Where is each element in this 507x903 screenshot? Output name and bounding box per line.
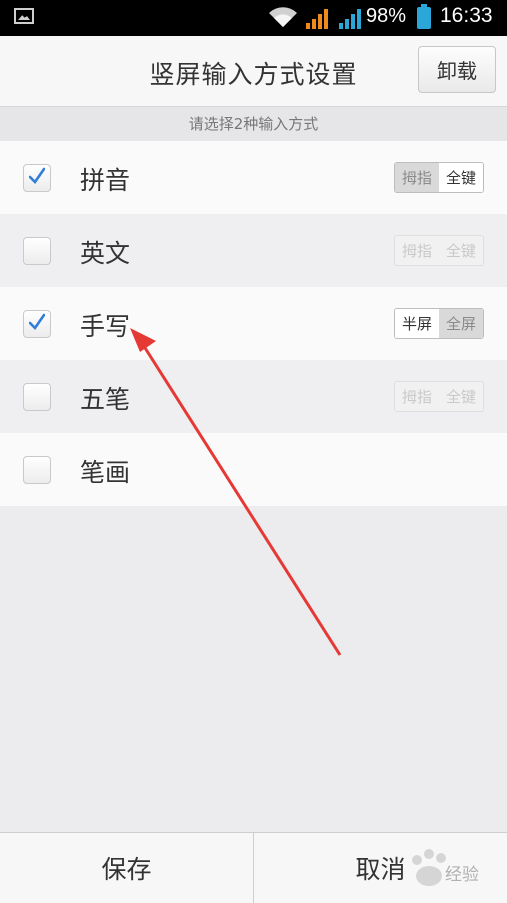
english-checkbox[interactable]	[23, 237, 51, 265]
pinyin-mode-toggle[interactable]: 拇指 全键	[394, 162, 484, 193]
method-label: 拼音	[80, 166, 131, 195]
handwriting-mode-toggle[interactable]: 半屏 全屏	[394, 308, 484, 339]
option-full-keyboard: 全键	[439, 382, 483, 411]
wubi-checkbox[interactable]	[23, 383, 51, 411]
battery-icon	[417, 4, 431, 29]
uninstall-button[interactable]: 卸载	[418, 46, 496, 93]
option-half-screen[interactable]: 半屏	[395, 309, 439, 338]
method-label: 英文	[80, 239, 131, 268]
method-label: 五笔	[80, 385, 131, 414]
method-row-pinyin[interactable]: 拼音 拇指 全键	[0, 141, 507, 214]
option-full-screen[interactable]: 全屏	[439, 309, 483, 338]
image-icon	[14, 8, 34, 24]
status-bar: 98% 16:33	[0, 0, 507, 36]
save-button[interactable]: 保存	[0, 833, 254, 903]
title-bar: 竖屏输入方式设置 卸载	[0, 36, 507, 107]
watermark-text: 经验	[445, 865, 479, 885]
method-label: 笔画	[80, 458, 131, 487]
stroke-checkbox[interactable]	[23, 456, 51, 484]
pinyin-checkbox[interactable]	[23, 164, 51, 192]
method-row-stroke[interactable]: 笔画	[0, 433, 507, 506]
signal-icon	[306, 9, 328, 29]
instruction-text: 请选择2种输入方式	[0, 107, 507, 142]
option-thumb[interactable]: 拇指	[395, 163, 439, 192]
option-thumb: 拇指	[395, 236, 439, 265]
method-row-english[interactable]: 英文 拇指 全键	[0, 214, 507, 287]
english-mode-toggle: 拇指 全键	[394, 235, 484, 266]
option-full-keyboard: 全键	[439, 236, 483, 265]
battery-percent: 98%	[366, 5, 407, 27]
wifi-icon	[269, 7, 297, 28]
method-row-wubi[interactable]: 五笔 拇指 全键	[0, 360, 507, 433]
handwriting-checkbox[interactable]	[23, 310, 51, 338]
method-label: 手写	[80, 312, 131, 341]
checkmark-icon	[29, 313, 45, 331]
signal-icon	[339, 9, 361, 29]
option-thumb: 拇指	[395, 382, 439, 411]
method-row-handwriting[interactable]: 手写 半屏 全屏	[0, 287, 507, 360]
wubi-mode-toggle: 拇指 全键	[394, 381, 484, 412]
option-full-keyboard[interactable]: 全键	[439, 163, 483, 192]
checkmark-icon	[29, 167, 45, 185]
clock: 16:33	[440, 4, 493, 27]
